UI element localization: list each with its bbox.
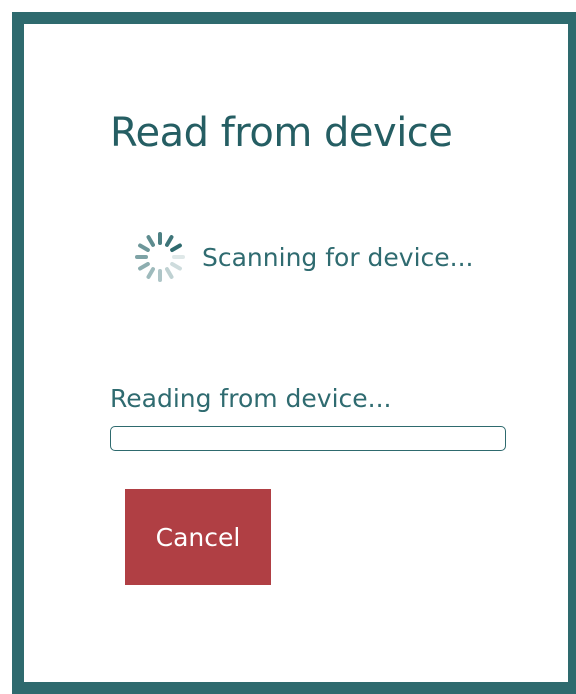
spinner-tick: [170, 243, 182, 252]
progress-label: Reading from device...: [110, 384, 392, 413]
progress-bar: [110, 426, 506, 451]
spinner-tick: [138, 262, 150, 271]
cancel-button[interactable]: Cancel: [125, 489, 271, 585]
loading-spinner-icon: [135, 232, 185, 282]
scan-status-text: Scanning for device...: [202, 242, 474, 272]
dialog-title: Read from device: [110, 110, 453, 156]
spinner-tick: [170, 262, 182, 271]
spinner-tick: [138, 243, 150, 252]
spinner-tick: [146, 235, 155, 247]
spinner-tick: [165, 267, 174, 279]
spinner-tick: [146, 267, 155, 279]
scan-status-row: Scanning for device...: [132, 229, 474, 285]
spinner-tick: [165, 235, 174, 247]
read-from-device-dialog: Read from device Scanning for device... …: [12, 12, 576, 694]
